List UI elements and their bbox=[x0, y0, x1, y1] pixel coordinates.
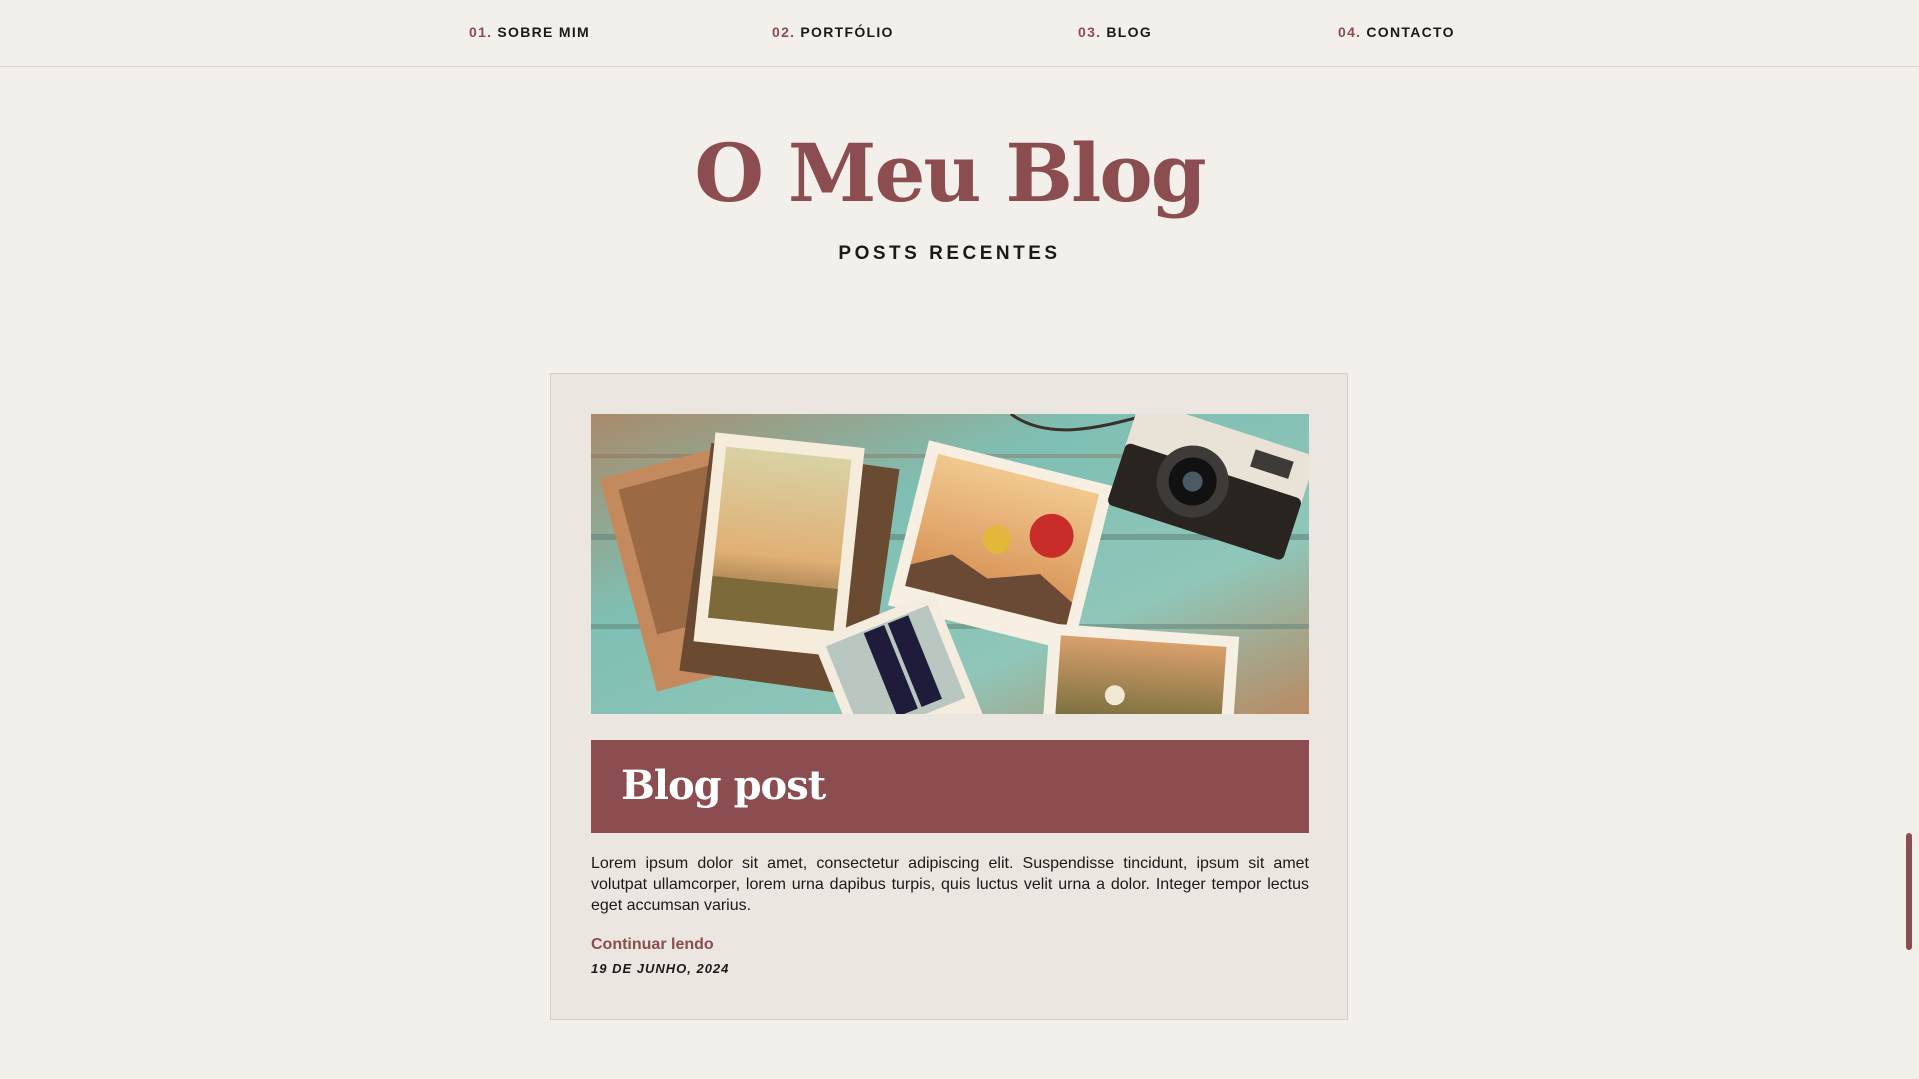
post-excerpt: Lorem ipsum dolor sit amet, consectetur … bbox=[591, 855, 1309, 914]
nav-link-sobre-mim[interactable]: 01. SOBRE MIM bbox=[469, 24, 590, 40]
top-navigation: 01. SOBRE MIM 02. PORTFÓLIO 03. BLOG 04. CON… bbox=[0, 0, 1919, 67]
nav-number: 04. bbox=[1338, 24, 1362, 40]
photo-collage-image bbox=[591, 414, 1309, 714]
post-title[interactable]: Blog post bbox=[621, 762, 826, 810]
blog-post-card: Blog post Lorem ipsum dolor sit amet, co… bbox=[550, 373, 1348, 1020]
page-subtitle: POSTS RECENTES bbox=[838, 243, 1061, 264]
scrollbar-thumb[interactable] bbox=[1906, 833, 1912, 950]
nav-number: 03. bbox=[1078, 24, 1102, 40]
nav-number: 02. bbox=[772, 24, 796, 40]
nav-number: 01. bbox=[469, 24, 493, 40]
nav-label: BLOG bbox=[1106, 24, 1153, 40]
nav-label: CONTACTO bbox=[1366, 24, 1455, 40]
continue-reading-link[interactable]: Continuar lendo bbox=[591, 936, 714, 954]
post-title-bar: Blog post bbox=[591, 740, 1309, 833]
nav-label: SOBRE MIM bbox=[497, 24, 590, 40]
nav-link-blog[interactable]: 03. BLOG bbox=[1078, 24, 1152, 40]
nav-label: PORTFÓLIO bbox=[800, 24, 894, 40]
nav-link-contacto[interactable]: 04. CONTACTO bbox=[1338, 24, 1455, 40]
post-date: 19 DE JUNHO, 2024 bbox=[591, 961, 730, 976]
post-image[interactable] bbox=[591, 414, 1309, 714]
nav-link-portfolio[interactable]: 02. PORTFÓLIO bbox=[772, 24, 894, 40]
page-title: O Meu Blog bbox=[694, 126, 1206, 220]
